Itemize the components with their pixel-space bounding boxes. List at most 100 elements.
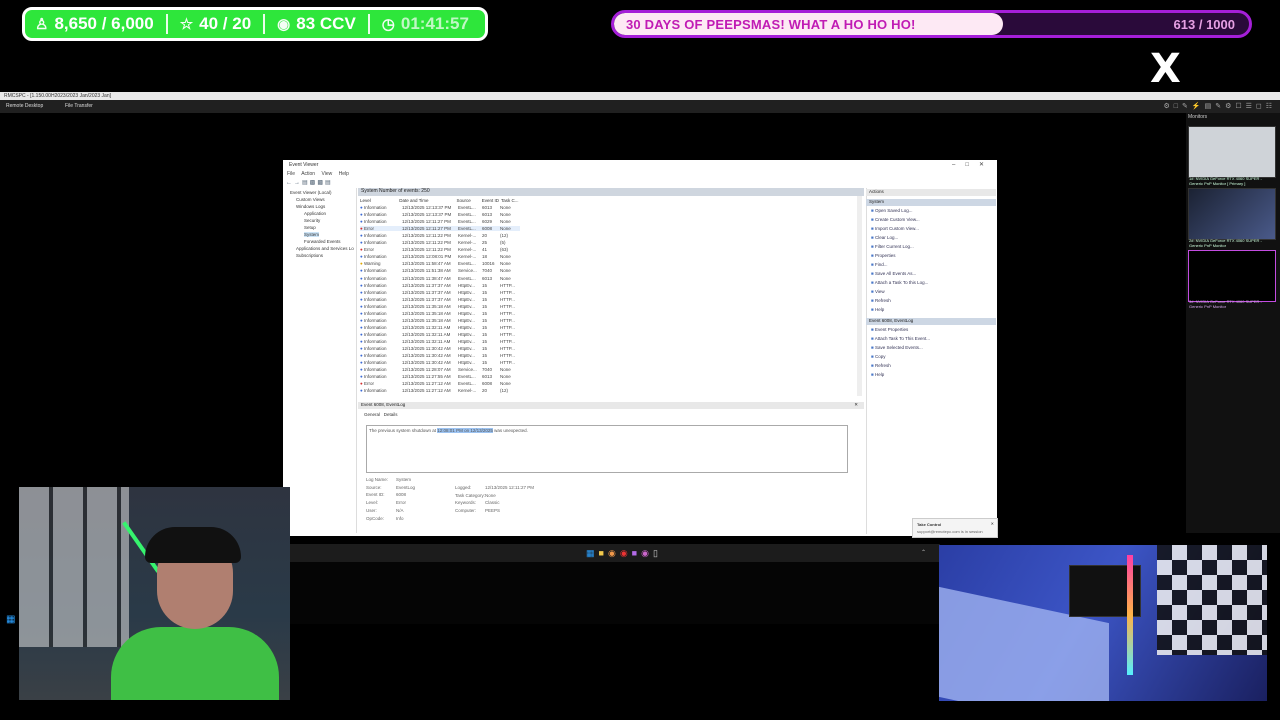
take-control-toast[interactable]: Take Control support@remotepc.com is in … bbox=[912, 518, 998, 538]
tree-item[interactable]: Forwarded Events bbox=[304, 239, 341, 244]
table-row[interactable]: ● Information 12/13/2025 11:51:38 AM Servi… bbox=[360, 268, 520, 273]
table-row[interactable]: ● Information 12/13/2025 11:37:37 AM HttpE… bbox=[360, 290, 520, 295]
taskbar-icons[interactable]: ▦■◉◉■◉▯ bbox=[586, 548, 662, 559]
menu-help[interactable]: Help bbox=[339, 171, 349, 177]
action-item[interactable]: ■ Clear Log... bbox=[871, 235, 898, 240]
action-item[interactable]: ■ Open Saved Log... bbox=[871, 208, 913, 213]
table-row[interactable]: ● Information 12/13/2025 11:30:42 AM HttpE… bbox=[360, 353, 520, 358]
tree-item[interactable]: Subscriptions bbox=[296, 253, 323, 258]
action-item[interactable]: ■ Attach Task To This Event... bbox=[871, 336, 930, 341]
detail-tabs[interactable]: General Details bbox=[364, 412, 398, 417]
action-item[interactable]: ■ Attach a Task To this Log... bbox=[871, 280, 928, 285]
actions-section-system[interactable]: System bbox=[866, 199, 996, 206]
app-icon[interactable]: ◉ bbox=[641, 548, 653, 558]
table-row[interactable]: ● Information 12/13/2025 11:37:37 AM HttpE… bbox=[360, 297, 520, 302]
tab-general[interactable]: General bbox=[364, 412, 380, 417]
menu-view[interactable]: View bbox=[321, 171, 332, 177]
column-source[interactable]: Source bbox=[457, 198, 481, 203]
tray-chevron-icon[interactable]: ⌃ bbox=[921, 549, 926, 556]
table-row[interactable]: ● Information 12/13/2025 12:11:27 PM Event… bbox=[360, 219, 520, 224]
menu-action[interactable]: Action bbox=[301, 171, 315, 177]
actions-section-event[interactable]: Event 6008, EventLog bbox=[866, 318, 996, 325]
table-row[interactable]: ● Information 12/13/2025 11:32:11 AM HttpE… bbox=[360, 339, 520, 344]
menu-bar[interactable]: File Action View Help bbox=[287, 171, 349, 177]
monitor-thumbnail-active[interactable] bbox=[1188, 250, 1276, 302]
app-icon[interactable]: ◉ bbox=[620, 548, 632, 558]
toolbar-buttons[interactable]: ←→▤▩▩▤ bbox=[286, 179, 333, 186]
table-row[interactable]: ● Information 12/13/2025 11:35:18 AM HttpE… bbox=[360, 318, 520, 323]
windows-start-icon[interactable]: ▦ bbox=[6, 614, 15, 625]
table-row[interactable]: ● Information 12/13/2025 11:35:18 AM HttpE… bbox=[360, 304, 520, 309]
action-item[interactable]: ■ Import Custom View... bbox=[871, 226, 919, 231]
column-date[interactable]: Date and Time bbox=[399, 198, 455, 203]
table-row[interactable]: ● Information 12/13/2025 12:11:22 PM Kerne… bbox=[360, 233, 520, 238]
column-headers[interactable]: Level Date and Time Source Event ID Task… bbox=[360, 198, 518, 203]
monitor-thumbnail[interactable] bbox=[1188, 126, 1276, 178]
tree-item[interactable]: Security bbox=[304, 218, 320, 223]
table-cell: 6013 bbox=[481, 275, 492, 281]
table-row[interactable]: ● Error 12/13/2025 11:27:12 AM EventL... 60… bbox=[360, 381, 520, 386]
table-row[interactable]: ● Information 12/13/2025 11:32:11 AM HttpE… bbox=[360, 332, 520, 337]
action-item[interactable]: ■ Save All Events As... bbox=[871, 271, 916, 276]
action-item[interactable]: ■ Copy bbox=[871, 354, 885, 359]
column-level[interactable]: Level bbox=[360, 198, 398, 203]
table-row[interactable]: ● Information 12/13/2025 11:32:11 AM HttpE… bbox=[360, 325, 520, 330]
action-item[interactable]: ■ Help bbox=[871, 372, 884, 377]
table-row[interactable]: ● Information 12/13/2025 12:11:22 PM Kerne… bbox=[360, 240, 520, 245]
chrome-icon[interactable]: ◉ bbox=[608, 548, 620, 558]
action-item[interactable]: ■ Create Custom View... bbox=[871, 217, 920, 222]
remote-desktop-title: RMCSPC - [1.150.00H2023/2023 Jan/2023 Ja… bbox=[4, 93, 112, 99]
app-icon[interactable]: ▯ bbox=[653, 548, 662, 558]
tree-item[interactable]: Setup bbox=[304, 225, 316, 230]
window-controls[interactable]: –□✕ bbox=[952, 161, 994, 168]
table-cell: 12/13/2025 11:35:18 AM bbox=[401, 317, 451, 323]
action-item[interactable]: ■ Help bbox=[871, 307, 884, 312]
toast-body: support@remotepc.com is in session bbox=[917, 529, 983, 534]
close-icon[interactable]: ✕ bbox=[991, 521, 994, 526]
list-scrollbar[interactable] bbox=[857, 196, 862, 396]
close-icon[interactable]: ✕ bbox=[854, 402, 858, 408]
tree-item[interactable]: Applications and Services Lo bbox=[296, 246, 354, 251]
table-row[interactable]: ● Information 12/13/2025 11:35:18 AM HttpE… bbox=[360, 311, 520, 316]
table-row[interactable]: ● Information 12/13/2025 11:28:07 AM Servi… bbox=[360, 367, 520, 372]
file-explorer-icon[interactable]: ■ bbox=[599, 548, 608, 558]
column-task[interactable]: Task C... bbox=[501, 198, 519, 203]
column-event-id[interactable]: Event ID bbox=[482, 198, 500, 203]
tree-item[interactable]: Application bbox=[304, 211, 326, 216]
tab-file-transfer[interactable]: File Transfer bbox=[65, 103, 93, 109]
table-row[interactable]: ● Information 12/13/2025 11:37:37 AM HttpE… bbox=[360, 283, 520, 288]
table-row[interactable]: ● Information 12/13/2025 11:38:47 AM Event… bbox=[360, 276, 520, 281]
action-item[interactable]: ■ Refresh bbox=[871, 363, 891, 368]
table-row[interactable]: ● Error 12/13/2025 12:11:27 PM EventL... 60… bbox=[360, 226, 520, 232]
table-row[interactable]: ● Information 12/13/2025 11:27:55 AM Event… bbox=[360, 374, 520, 379]
action-item[interactable]: ■ View bbox=[871, 289, 885, 294]
app-icon[interactable]: ■ bbox=[632, 548, 641, 558]
windows-start-icon[interactable]: ▦ bbox=[586, 548, 599, 558]
action-item[interactable]: ■ Properties bbox=[871, 253, 895, 258]
toolbar-icons[interactable]: ⚙□✎⚡▤✎⚙☐☰◻☷ bbox=[1164, 102, 1276, 110]
table-row[interactable]: ● Error 12/13/2025 12:11:22 PM Kernel-... 4… bbox=[360, 247, 520, 252]
action-item[interactable]: ■ Filter Current Log... bbox=[871, 244, 914, 249]
action-item[interactable]: ■ Save Selected Events... bbox=[871, 345, 923, 350]
table-row[interactable]: ● Information 12/13/2025 11:27:12 AM Kerne… bbox=[360, 388, 520, 393]
table-cell: (12) bbox=[499, 233, 508, 239]
action-item[interactable]: ■ Refresh bbox=[871, 298, 891, 303]
action-item[interactable]: ■ Find... bbox=[871, 262, 887, 267]
table-row[interactable]: ● Information 12/13/2025 12:13:37 PM Event… bbox=[360, 205, 520, 210]
table-cell: 12/13/2025 12:11:22 PM bbox=[401, 233, 451, 239]
table-row[interactable]: ● Information 12/13/2025 11:30:42 AM HttpE… bbox=[360, 360, 520, 365]
menu-file[interactable]: File bbox=[287, 171, 295, 177]
viewers-stat: ◉ 83 CCV bbox=[277, 14, 356, 34]
table-row[interactable]: ● Information 12/13/2025 12:13:37 PM Event… bbox=[360, 212, 520, 217]
tab-details[interactable]: Details bbox=[384, 412, 398, 417]
monitor-thumbnail[interactable] bbox=[1188, 188, 1276, 240]
action-item[interactable]: ■ Event Properties bbox=[871, 327, 908, 332]
table-row[interactable]: ● Warning 12/13/2025 11:58:47 AM EventL...… bbox=[360, 261, 520, 266]
table-row[interactable]: ● Information 12/13/2025 11:30:42 AM HttpE… bbox=[360, 346, 520, 351]
tree-item-selected[interactable]: System bbox=[304, 232, 320, 237]
table-row[interactable]: ● Information 12/13/2025 12:08:01 PM Kerne… bbox=[360, 254, 520, 259]
tree-item[interactable]: Event Viewer (Local) bbox=[290, 190, 331, 195]
tab-remote-desktop[interactable]: Remote Desktop bbox=[6, 103, 43, 109]
tree-item[interactable]: Windows Logs bbox=[296, 204, 325, 209]
tree-item[interactable]: Custom Views bbox=[296, 197, 325, 202]
